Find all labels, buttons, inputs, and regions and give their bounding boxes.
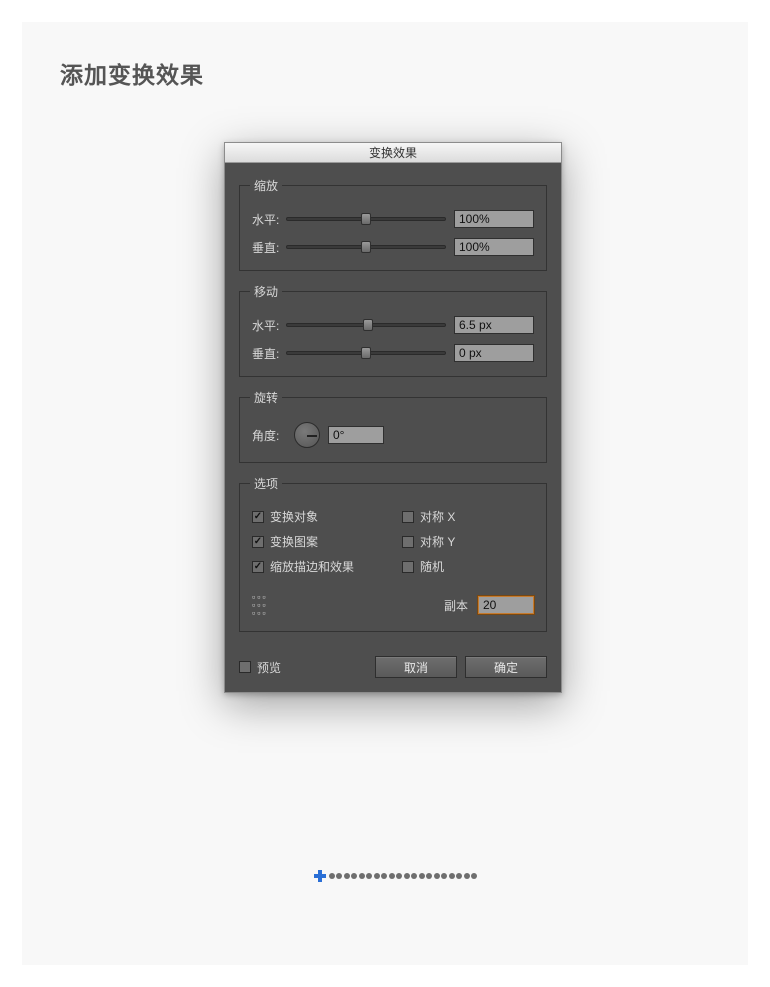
move-horizontal-input[interactable]: 6.5 px xyxy=(454,316,534,334)
scale-horizontal-slider[interactable] xyxy=(286,212,446,226)
checkbox-icon xyxy=(252,511,264,523)
rotate-angle-label: 角度: xyxy=(252,427,286,444)
scale-group: 缩放 水平: 100% 垂直: 100% xyxy=(239,177,547,271)
checkbox-icon xyxy=(252,561,264,573)
move-horizontal-label: 水平: xyxy=(252,317,286,334)
result-dot xyxy=(411,873,417,879)
dialog-title: 变换效果 xyxy=(225,143,561,163)
result-dot xyxy=(471,873,477,879)
copies-input[interactable]: 20 xyxy=(478,596,534,614)
checkbox-icon xyxy=(252,536,264,548)
move-vertical-input[interactable]: 0 px xyxy=(454,344,534,362)
checkbox-icon xyxy=(402,536,414,548)
result-dot xyxy=(381,873,387,879)
transform-objects-checkbox[interactable]: 变换对象 xyxy=(252,508,384,525)
result-dot xyxy=(359,873,365,879)
result-dot xyxy=(426,873,432,879)
result-dot xyxy=(329,873,335,879)
move-legend: 移动 xyxy=(250,283,282,300)
slider-thumb[interactable] xyxy=(361,213,371,225)
transform-patterns-checkbox[interactable]: 变换图案 xyxy=(252,533,384,550)
result-dot xyxy=(404,873,410,879)
scale-vertical-label: 垂直: xyxy=(252,239,286,256)
scale-horizontal-label: 水平: xyxy=(252,211,286,228)
checkbox-label: 预览 xyxy=(257,659,281,676)
scale-strokes-checkbox[interactable]: 缩放描边和效果 xyxy=(252,558,384,575)
checkbox-label: 变换图案 xyxy=(270,533,318,550)
page-title: 添加变换效果 xyxy=(60,56,204,90)
move-vertical-label: 垂直: xyxy=(252,345,286,362)
result-dot xyxy=(449,873,455,879)
options-legend: 选项 xyxy=(250,475,282,492)
move-horizontal-slider[interactable] xyxy=(286,318,446,332)
checkbox-label: 变换对象 xyxy=(270,508,318,525)
result-dot xyxy=(374,873,380,879)
checkbox-label: 对称 X xyxy=(420,508,455,525)
result-dot xyxy=(396,873,402,879)
preview-checkbox[interactable]: 预览 xyxy=(239,659,281,676)
scale-legend: 缩放 xyxy=(250,177,282,194)
checkbox-icon xyxy=(402,561,414,573)
checkbox-icon xyxy=(402,511,414,523)
cancel-button[interactable]: 取消 xyxy=(375,656,457,678)
scale-vertical-slider[interactable] xyxy=(286,240,446,254)
scale-horizontal-input[interactable]: 100% xyxy=(454,210,534,228)
result-dot xyxy=(344,873,350,879)
rotate-angle-input[interactable]: 0° xyxy=(328,426,384,444)
result-preview xyxy=(314,870,477,882)
checkbox-label: 随机 xyxy=(420,558,444,575)
slider-thumb[interactable] xyxy=(361,241,371,253)
result-dot xyxy=(456,873,462,879)
move-vertical-slider[interactable] xyxy=(286,346,446,360)
reflect-y-checkbox[interactable]: 对称 Y xyxy=(402,533,534,550)
plus-icon xyxy=(314,870,326,882)
checkbox-label: 对称 Y xyxy=(420,533,455,550)
result-dot xyxy=(419,873,425,879)
copies-label: 副本 xyxy=(444,597,468,614)
slider-thumb[interactable] xyxy=(361,347,371,359)
result-dot xyxy=(441,873,447,879)
move-group: 移动 水平: 6.5 px 垂直: 0 px xyxy=(239,283,547,377)
checkbox-icon xyxy=(239,661,251,673)
slider-thumb[interactable] xyxy=(363,319,373,331)
checkbox-label: 缩放描边和效果 xyxy=(270,558,354,575)
result-dot xyxy=(336,873,342,879)
rotate-group: 旋转 角度: 0° xyxy=(239,389,547,463)
result-dot xyxy=(389,873,395,879)
result-dot xyxy=(366,873,372,879)
scale-vertical-input[interactable]: 100% xyxy=(454,238,534,256)
transform-effect-dialog: 变换效果 缩放 水平: 100% 垂直: xyxy=(224,142,562,693)
ok-button[interactable]: 确定 xyxy=(465,656,547,678)
reference-point-icon[interactable]: ▫▫▫▫▫▫▫▫▫ xyxy=(252,593,268,617)
result-dot xyxy=(464,873,470,879)
rotate-dial[interactable] xyxy=(294,422,320,448)
result-dot xyxy=(351,873,357,879)
options-group: 选项 变换对象 对称 X 变换图案 xyxy=(239,475,547,632)
rotate-legend: 旋转 xyxy=(250,389,282,406)
reflect-x-checkbox[interactable]: 对称 X xyxy=(402,508,534,525)
result-dot xyxy=(434,873,440,879)
random-checkbox[interactable]: 随机 xyxy=(402,558,534,575)
